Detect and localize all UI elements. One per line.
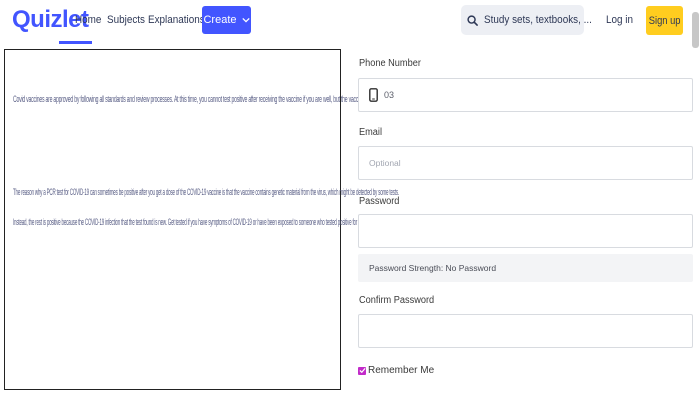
sign-up-label: Sign up xyxy=(648,14,681,27)
search-placeholder: Study sets, textbooks, ... xyxy=(484,14,592,26)
nav-explanations-link[interactable]: Explanations xyxy=(148,14,205,26)
confirm-password-field[interactable] xyxy=(358,314,693,348)
password-strength-text: Password Strength: No Password xyxy=(369,263,497,273)
create-button-label: Create xyxy=(203,14,237,26)
nav-home-link[interactable]: Home xyxy=(75,14,101,26)
mobile-phone-icon xyxy=(369,88,378,102)
content-paragraph: The reason why a PCR test for COVID-19 c… xyxy=(13,187,399,197)
sign-up-button[interactable]: Sign up xyxy=(646,6,683,35)
checkmark-icon xyxy=(358,367,366,374)
remember-me-checkbox[interactable] xyxy=(358,366,366,375)
email-label: Email xyxy=(359,127,383,138)
top-navigation-bar: Quizlet Home Subjects Explanations Creat… xyxy=(0,0,700,44)
nav-subjects-link[interactable]: Subjects xyxy=(107,14,145,26)
phone-number-value: 03 xyxy=(384,90,395,100)
password-label: Password xyxy=(359,196,400,207)
content-paragraph: Instead, the rest is positive because th… xyxy=(13,217,379,227)
remember-me-label: Remember Me xyxy=(368,365,435,376)
nav-home-active-indicator xyxy=(59,41,92,44)
password-field[interactable] xyxy=(358,214,693,248)
search-icon xyxy=(467,14,478,26)
create-button[interactable]: Create xyxy=(202,6,251,34)
confirm-password-label: Confirm Password xyxy=(359,295,435,306)
scrollbar-thumb[interactable] xyxy=(692,12,699,48)
phone-number-field[interactable]: 03 xyxy=(358,78,693,112)
email-placeholder: Optional xyxy=(369,158,401,168)
content-panel: Covid vaccines are approved by following… xyxy=(4,49,442,390)
log-in-link[interactable]: Log in xyxy=(606,14,633,26)
password-strength-indicator: Password Strength: No Password xyxy=(358,254,693,282)
chevron-down-icon xyxy=(241,17,250,23)
phone-number-label: Phone Number xyxy=(359,58,421,69)
email-field[interactable]: Optional xyxy=(358,146,693,180)
remember-me-row[interactable]: Remember Me xyxy=(358,365,434,376)
search-input[interactable]: Study sets, textbooks, ... xyxy=(461,5,592,35)
